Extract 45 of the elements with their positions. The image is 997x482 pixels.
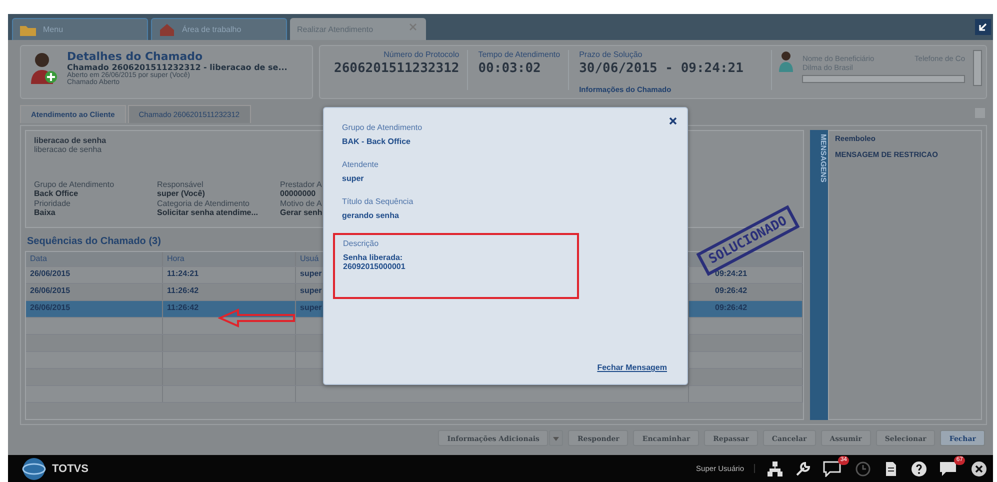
stat-label: Número do Protocolo [382, 50, 460, 59]
date-cell: 26/06/2015 [30, 303, 70, 312]
deadline-cell: 09:26:42 [715, 303, 748, 312]
field-value: super (Você) [157, 189, 206, 198]
field-value: Baixa [34, 208, 56, 217]
user-cell: super [300, 286, 322, 295]
request-text: liberacao de senha [34, 145, 102, 154]
field-label: Prestador A [280, 180, 323, 189]
deadline-cell: 09:26:42 [715, 286, 748, 295]
stat-value: 2606201511232312 [334, 61, 460, 76]
field-value: Back Office [34, 189, 80, 198]
time-cell: 11:26:42 [167, 286, 199, 295]
dialog-value: gerando senha [342, 211, 400, 220]
sequences-title: Sequências do Chamado (3) [27, 236, 161, 247]
dialog-label: Descrição [343, 239, 380, 248]
dialog-value: super [342, 174, 365, 183]
request-title: liberacao de senha [34, 136, 106, 145]
brand-name: TOTVS [52, 462, 88, 474]
field-label: Motivo de A [280, 199, 323, 208]
stat-value: 30/06/2015 - 09:24:21 [579, 61, 744, 76]
details-title: Detalhes do Chamado [67, 50, 204, 63]
field-label: Grupo de Atendimento [34, 180, 116, 189]
time-cell: 11:26:42 [167, 303, 199, 312]
user-cell: super [300, 303, 322, 312]
dialog-label: Atendente [342, 160, 380, 169]
field-value: 00000000 [280, 189, 317, 198]
dialog-label: Título da Sequência [342, 197, 414, 206]
stat-label: Prazo de Solução [579, 50, 644, 59]
stat-label: Tempo de Atendimento [478, 50, 560, 59]
dialog-value: BAK - Back Office [342, 137, 412, 146]
time-cell: 11:24:21 [167, 269, 199, 278]
field-label: Prioridade [34, 199, 72, 208]
column-header: Hora [163, 252, 296, 266]
date-cell: 26/06/2015 [30, 269, 70, 278]
user-cell: super [300, 269, 322, 278]
field-label: Responsável [157, 180, 204, 189]
field-value: Gerar senh [280, 208, 324, 217]
column-header: Data [26, 252, 163, 266]
date-cell: 26/06/2015 [30, 286, 70, 295]
field-label: Categoria de Atendimento [157, 199, 251, 208]
ticket-subtitle: Chamado 2606201511232312 - liberacao de se... [67, 63, 288, 72]
deadline-cell: 09:24:21 [715, 269, 748, 278]
dialog-label: Grupo de Atendimento [342, 123, 424, 132]
field-value: Solicitar senha atendime... [157, 208, 259, 217]
stat-value: 00:03:02 [478, 61, 542, 76]
